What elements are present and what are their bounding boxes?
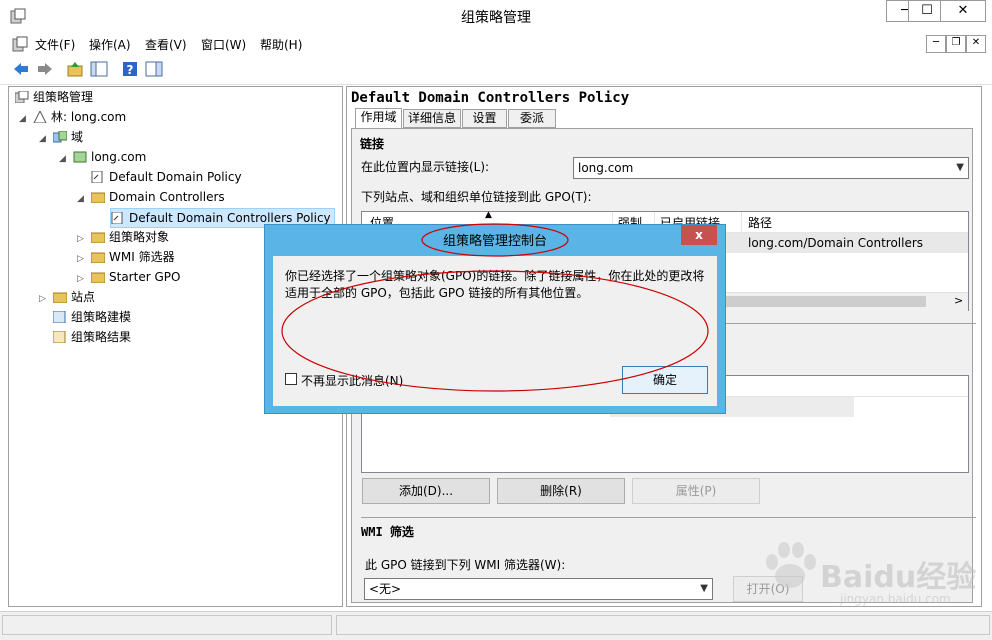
- paw-logo-icon: [766, 542, 816, 588]
- watermark-url: jingyan.baidu.com: [840, 592, 951, 606]
- annotation-ellipse-title: [421, 223, 569, 257]
- annotation-ellipse-message: [281, 270, 709, 392]
- baidu-watermark: Baidu经验 jingyan.baidu.com: [760, 540, 976, 606]
- annotation-overlay: [281, 223, 709, 392]
- watermark-brand: Baidu经验: [820, 560, 977, 595]
